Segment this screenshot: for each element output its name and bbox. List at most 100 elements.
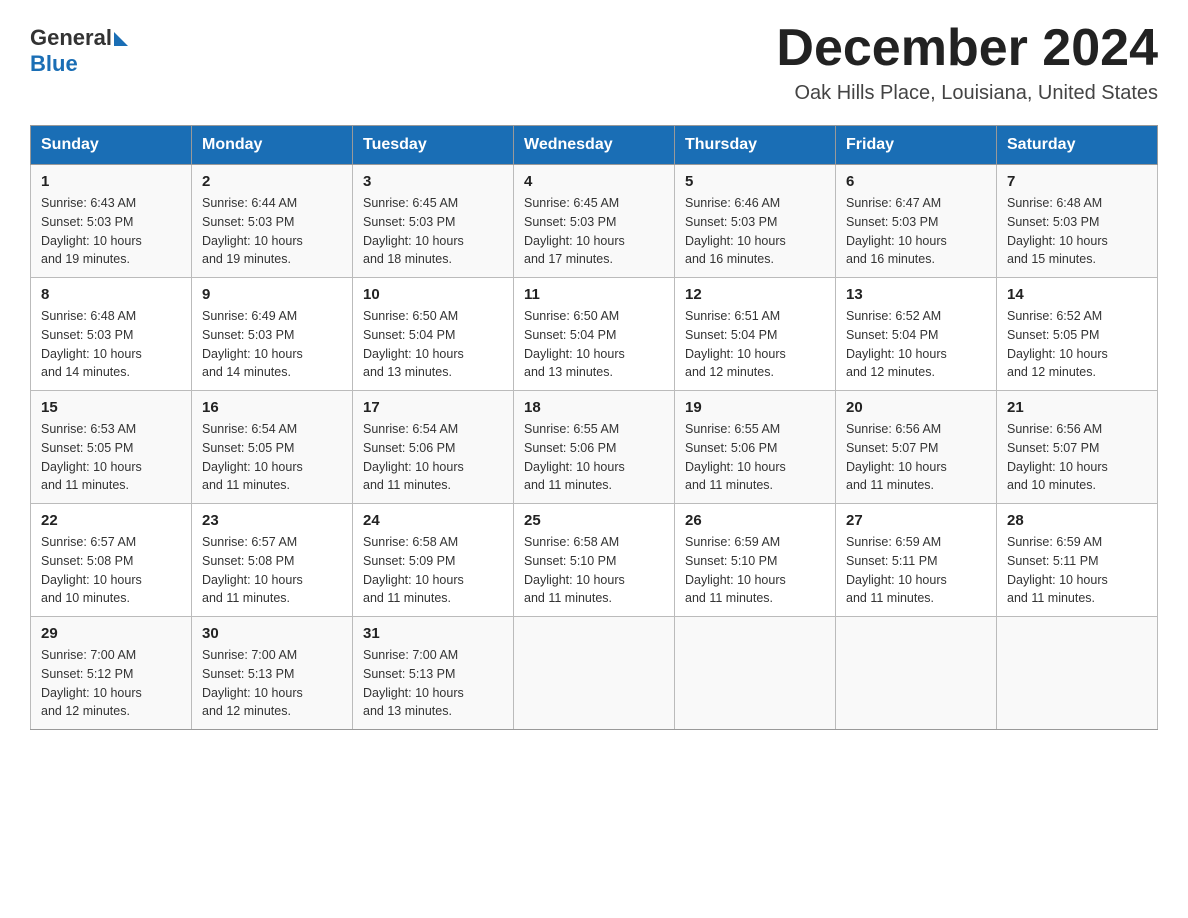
calendar-day-cell: 1 Sunrise: 6:43 AMSunset: 5:03 PMDaylight…: [31, 165, 192, 278]
day-of-week-header: Friday: [836, 126, 997, 165]
calendar-day-cell: [675, 617, 836, 730]
day-number: 4: [524, 173, 664, 190]
calendar-day-cell: 31 Sunrise: 7:00 AMSunset: 5:13 PMDayligh…: [353, 617, 514, 730]
calendar-day-cell: 21 Sunrise: 6:56 AMSunset: 5:07 PMDayligh…: [997, 391, 1158, 504]
day-info: Sunrise: 6:50 AMSunset: 5:04 PMDaylight:…: [363, 307, 503, 382]
calendar-day-cell: 22 Sunrise: 6:57 AMSunset: 5:08 PMDayligh…: [31, 504, 192, 617]
calendar-day-cell: 8 Sunrise: 6:48 AMSunset: 5:03 PMDaylight…: [31, 278, 192, 391]
day-info: Sunrise: 6:59 AMSunset: 5:11 PMDaylight:…: [1007, 533, 1147, 608]
title-section: December 2024 Oak Hills Place, Louisiana…: [776, 20, 1158, 105]
day-number: 22: [41, 512, 181, 529]
day-number: 25: [524, 512, 664, 529]
day-number: 17: [363, 399, 503, 416]
day-info: Sunrise: 6:45 AMSunset: 5:03 PMDaylight:…: [363, 194, 503, 269]
calendar-day-cell: [514, 617, 675, 730]
day-number: 19: [685, 399, 825, 416]
day-of-week-header: Wednesday: [514, 126, 675, 165]
day-number: 9: [202, 286, 342, 303]
day-info: Sunrise: 6:57 AMSunset: 5:08 PMDaylight:…: [202, 533, 342, 608]
day-number: 18: [524, 399, 664, 416]
calendar-day-cell: 3 Sunrise: 6:45 AMSunset: 5:03 PMDaylight…: [353, 165, 514, 278]
day-info: Sunrise: 6:55 AMSunset: 5:06 PMDaylight:…: [524, 420, 664, 495]
day-info: Sunrise: 6:43 AMSunset: 5:03 PMDaylight:…: [41, 194, 181, 269]
calendar-header-row: SundayMondayTuesdayWednesdayThursdayFrid…: [31, 126, 1158, 165]
calendar-day-cell: 25 Sunrise: 6:58 AMSunset: 5:10 PMDayligh…: [514, 504, 675, 617]
day-info: Sunrise: 6:59 AMSunset: 5:10 PMDaylight:…: [685, 533, 825, 608]
day-number: 1: [41, 173, 181, 190]
day-number: 3: [363, 173, 503, 190]
calendar-day-cell: 13 Sunrise: 6:52 AMSunset: 5:04 PMDayligh…: [836, 278, 997, 391]
day-info: Sunrise: 6:49 AMSunset: 5:03 PMDaylight:…: [202, 307, 342, 382]
day-info: Sunrise: 6:51 AMSunset: 5:04 PMDaylight:…: [685, 307, 825, 382]
location-title: Oak Hills Place, Louisiana, United State…: [776, 82, 1158, 105]
day-info: Sunrise: 6:53 AMSunset: 5:05 PMDaylight:…: [41, 420, 181, 495]
day-number: 8: [41, 286, 181, 303]
day-info: Sunrise: 6:44 AMSunset: 5:03 PMDaylight:…: [202, 194, 342, 269]
day-info: Sunrise: 7:00 AMSunset: 5:13 PMDaylight:…: [202, 646, 342, 721]
day-number: 5: [685, 173, 825, 190]
calendar-day-cell: 10 Sunrise: 6:50 AMSunset: 5:04 PMDayligh…: [353, 278, 514, 391]
day-number: 12: [685, 286, 825, 303]
calendar-day-cell: 27 Sunrise: 6:59 AMSunset: 5:11 PMDayligh…: [836, 504, 997, 617]
calendar-day-cell: 7 Sunrise: 6:48 AMSunset: 5:03 PMDaylight…: [997, 165, 1158, 278]
day-info: Sunrise: 6:57 AMSunset: 5:08 PMDaylight:…: [41, 533, 181, 608]
calendar-day-cell: 15 Sunrise: 6:53 AMSunset: 5:05 PMDayligh…: [31, 391, 192, 504]
calendar-week-row: 8 Sunrise: 6:48 AMSunset: 5:03 PMDaylight…: [31, 278, 1158, 391]
day-number: 31: [363, 625, 503, 642]
calendar-day-cell: 4 Sunrise: 6:45 AMSunset: 5:03 PMDaylight…: [514, 165, 675, 278]
day-number: 14: [1007, 286, 1147, 303]
day-info: Sunrise: 6:56 AMSunset: 5:07 PMDaylight:…: [1007, 420, 1147, 495]
calendar-day-cell: 16 Sunrise: 6:54 AMSunset: 5:05 PMDayligh…: [192, 391, 353, 504]
day-info: Sunrise: 6:58 AMSunset: 5:10 PMDaylight:…: [524, 533, 664, 608]
day-number: 16: [202, 399, 342, 416]
day-info: Sunrise: 6:54 AMSunset: 5:06 PMDaylight:…: [363, 420, 503, 495]
day-number: 6: [846, 173, 986, 190]
day-info: Sunrise: 6:52 AMSunset: 5:05 PMDaylight:…: [1007, 307, 1147, 382]
calendar-week-row: 1 Sunrise: 6:43 AMSunset: 5:03 PMDaylight…: [31, 165, 1158, 278]
logo-top: General: [30, 25, 128, 51]
calendar-table: SundayMondayTuesdayWednesdayThursdayFrid…: [30, 125, 1158, 730]
day-number: 30: [202, 625, 342, 642]
logo-triangle-icon: [114, 32, 128, 46]
day-info: Sunrise: 6:47 AMSunset: 5:03 PMDaylight:…: [846, 194, 986, 269]
day-number: 28: [1007, 512, 1147, 529]
day-info: Sunrise: 6:55 AMSunset: 5:06 PMDaylight:…: [685, 420, 825, 495]
logo-general-text: General: [30, 25, 112, 51]
calendar-day-cell: [997, 617, 1158, 730]
day-number: 13: [846, 286, 986, 303]
day-number: 27: [846, 512, 986, 529]
day-number: 7: [1007, 173, 1147, 190]
day-number: 10: [363, 286, 503, 303]
calendar-day-cell: 30 Sunrise: 7:00 AMSunset: 5:13 PMDayligh…: [192, 617, 353, 730]
day-of-week-header: Thursday: [675, 126, 836, 165]
day-info: Sunrise: 7:00 AMSunset: 5:12 PMDaylight:…: [41, 646, 181, 721]
calendar-day-cell: 9 Sunrise: 6:49 AMSunset: 5:03 PMDaylight…: [192, 278, 353, 391]
logo: General Blue: [30, 20, 128, 77]
day-of-week-header: Monday: [192, 126, 353, 165]
day-number: 23: [202, 512, 342, 529]
day-of-week-header: Saturday: [997, 126, 1158, 165]
day-info: Sunrise: 6:54 AMSunset: 5:05 PMDaylight:…: [202, 420, 342, 495]
day-number: 11: [524, 286, 664, 303]
day-info: Sunrise: 6:50 AMSunset: 5:04 PMDaylight:…: [524, 307, 664, 382]
day-info: Sunrise: 7:00 AMSunset: 5:13 PMDaylight:…: [363, 646, 503, 721]
day-number: 15: [41, 399, 181, 416]
calendar-week-row: 29Sunrise: 7:00 AMSunset: 5:12 PMDayligh…: [31, 617, 1158, 730]
month-title: December 2024: [776, 20, 1158, 77]
calendar-day-cell: 23 Sunrise: 6:57 AMSunset: 5:08 PMDayligh…: [192, 504, 353, 617]
day-info: Sunrise: 6:48 AMSunset: 5:03 PMDaylight:…: [1007, 194, 1147, 269]
day-info: Sunrise: 6:48 AMSunset: 5:03 PMDaylight:…: [41, 307, 181, 382]
day-info: Sunrise: 6:59 AMSunset: 5:11 PMDaylight:…: [846, 533, 986, 608]
calendar-day-cell: 18 Sunrise: 6:55 AMSunset: 5:06 PMDayligh…: [514, 391, 675, 504]
day-number: 21: [1007, 399, 1147, 416]
day-info: Sunrise: 6:58 AMSunset: 5:09 PMDaylight:…: [363, 533, 503, 608]
calendar-week-row: 15 Sunrise: 6:53 AMSunset: 5:05 PMDayligh…: [31, 391, 1158, 504]
calendar-day-cell: 11 Sunrise: 6:50 AMSunset: 5:04 PMDayligh…: [514, 278, 675, 391]
day-number: 26: [685, 512, 825, 529]
calendar-day-cell: 19 Sunrise: 6:55 AMSunset: 5:06 PMDayligh…: [675, 391, 836, 504]
day-info: Sunrise: 6:52 AMSunset: 5:04 PMDaylight:…: [846, 307, 986, 382]
page-header: General Blue December 2024 Oak Hills Pla…: [30, 20, 1158, 105]
day-info: Sunrise: 6:45 AMSunset: 5:03 PMDaylight:…: [524, 194, 664, 269]
calendar-day-cell: 20Sunrise: 6:56 AMSunset: 5:07 PMDayligh…: [836, 391, 997, 504]
calendar-day-cell: [836, 617, 997, 730]
